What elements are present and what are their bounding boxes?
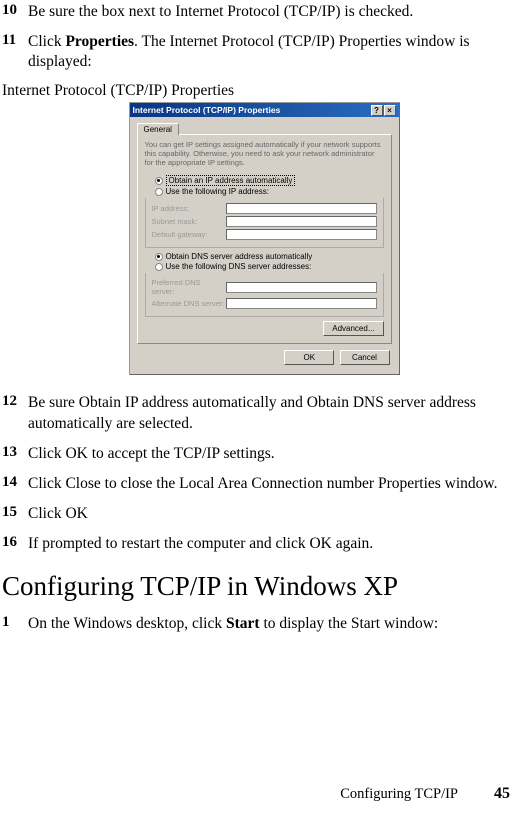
advanced-button[interactable]: Advanced... xyxy=(323,321,383,336)
step-number: 10 xyxy=(0,2,28,19)
step-number: 16 xyxy=(0,534,28,551)
label-default-gateway: Default gateway: xyxy=(152,230,226,239)
step-number: 13 xyxy=(0,444,28,461)
step: 10Be sure the box next to Internet Proto… xyxy=(0,2,528,22)
input-subnet-mask[interactable] xyxy=(226,216,377,227)
step-text: Click Properties. The Internet Protocol … xyxy=(28,32,518,72)
label-ip-address: IP address: xyxy=(152,204,226,213)
footer-text: Configuring TCP/IP xyxy=(340,786,458,803)
step-text: If prompted to restart the computer and … xyxy=(28,534,518,554)
ok-button[interactable]: OK xyxy=(284,350,334,365)
step-number: 15 xyxy=(0,504,28,521)
step-text: On the Windows desktop, click Start to d… xyxy=(28,614,518,634)
radio-icon xyxy=(155,253,163,261)
titlebar-text: Internet Protocol (TCP/IP) Properties xyxy=(133,105,370,115)
radio-icon xyxy=(155,177,163,185)
ip-fields: IP address: Subnet mask: Default gateway… xyxy=(145,198,384,248)
radio-use-ip[interactable]: Use the following IP address: xyxy=(155,187,384,196)
step-number: 14 xyxy=(0,474,28,491)
close-button[interactable]: × xyxy=(384,105,396,116)
label-subnet-mask: Subnet mask: xyxy=(152,217,226,226)
cancel-button[interactable]: Cancel xyxy=(340,350,390,365)
input-preferred-dns[interactable] xyxy=(226,282,377,293)
radio-use-dns[interactable]: Use the following DNS server addresses: xyxy=(155,262,384,271)
step: 14Click Close to close the Local Area Co… xyxy=(0,474,528,494)
step-text: Click OK to accept the TCP/IP settings. xyxy=(28,444,518,464)
tab-panel: You can get IP settings assigned automat… xyxy=(137,134,392,344)
page-number: 45 xyxy=(494,785,510,803)
radio-icon xyxy=(155,263,163,271)
radio-label: Use the following IP address: xyxy=(166,187,269,196)
step: 1On the Windows desktop, click Start to … xyxy=(0,614,528,634)
input-default-gateway[interactable] xyxy=(226,229,377,240)
dns-fields: Preferred DNS server: Alternate DNS serv… xyxy=(145,273,384,317)
label-alternate-dns: Alternate DNS server: xyxy=(152,299,226,308)
step: 15Click OK xyxy=(0,504,528,524)
section-heading: Configuring TCP/IP in Windows XP xyxy=(2,572,528,602)
help-button[interactable]: ? xyxy=(371,105,383,116)
step-number: 1 xyxy=(0,614,28,631)
tcpip-properties-dialog: Internet Protocol (TCP/IP) Properties ? … xyxy=(129,102,400,375)
step-text: Be sure the box next to Internet Protoco… xyxy=(28,2,518,22)
radio-obtain-dns[interactable]: Obtain DNS server address automatically xyxy=(155,252,384,261)
dialog-description: You can get IP settings assigned automat… xyxy=(145,140,384,167)
step-number: 12 xyxy=(0,393,28,410)
label-preferred-dns: Preferred DNS server: xyxy=(152,278,226,296)
step-text: Be sure Obtain IP address automatically … xyxy=(28,393,518,433)
step: 11Click Properties. The Internet Protoco… xyxy=(0,32,528,72)
figure-caption: Internet Protocol (TCP/IP) Properties xyxy=(0,82,528,100)
input-alternate-dns[interactable] xyxy=(226,298,377,309)
input-ip-address[interactable] xyxy=(226,203,377,214)
titlebar: Internet Protocol (TCP/IP) Properties ? … xyxy=(130,103,399,117)
step-number: 11 xyxy=(0,32,28,49)
radio-label: Obtain DNS server address automatically xyxy=(166,252,313,261)
step: 13Click OK to accept the TCP/IP settings… xyxy=(0,444,528,464)
radio-obtain-ip[interactable]: Obtain an IP address automatically xyxy=(155,175,384,186)
tab-general[interactable]: General xyxy=(137,123,179,135)
step-text: Click Close to close the Local Area Conn… xyxy=(28,474,518,494)
page-footer: Configuring TCP/IP 45 xyxy=(0,785,528,803)
radio-icon xyxy=(155,188,163,196)
radio-label: Obtain an IP address automatically xyxy=(166,175,296,186)
radio-label: Use the following DNS server addresses: xyxy=(166,262,312,271)
step: 12Be sure Obtain IP address automaticall… xyxy=(0,393,528,433)
step: 16If prompted to restart the computer an… xyxy=(0,534,528,554)
step-text: Click OK xyxy=(28,504,518,524)
